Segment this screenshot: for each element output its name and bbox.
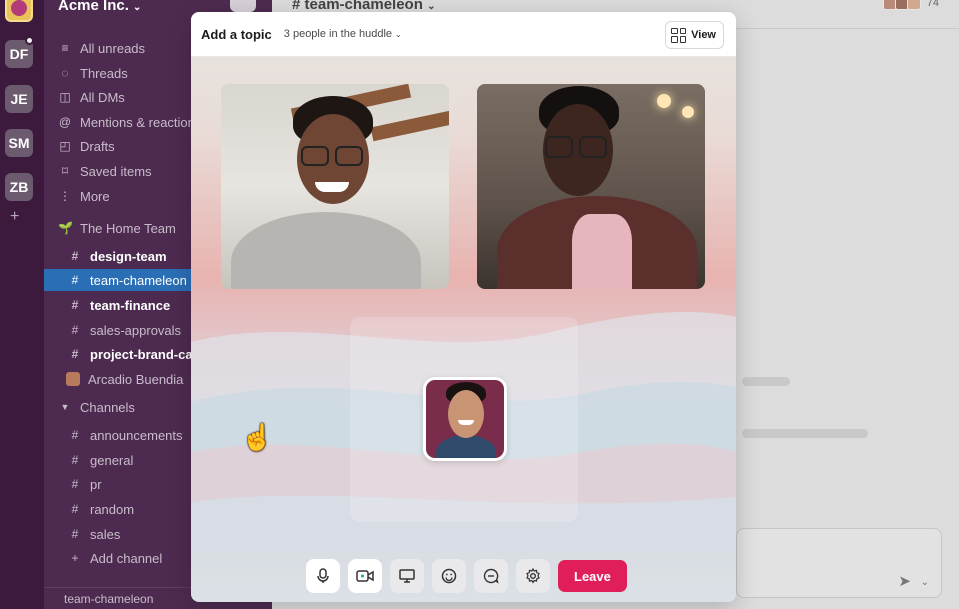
gear-icon	[526, 568, 540, 584]
chevron-down-icon[interactable]: ⌄	[921, 577, 929, 588]
screen-share-icon	[399, 569, 415, 583]
workspace-rail: DF JE SM ZB +	[0, 0, 44, 609]
smile	[458, 420, 474, 425]
plant-icon: 🌱	[58, 221, 73, 235]
unread-dot	[25, 36, 34, 45]
smile	[315, 182, 349, 192]
participant-body	[231, 212, 421, 289]
hash-icon: #	[71, 428, 79, 442]
workspace-sm[interactable]: SM	[5, 129, 33, 157]
hash-icon: #	[71, 323, 79, 337]
glasses	[301, 146, 329, 166]
emoji-icon	[441, 568, 457, 584]
camera-button[interactable]	[348, 559, 382, 593]
message-composer[interactable]: ➤ ⌄	[736, 528, 942, 598]
grid-view-icon	[671, 27, 687, 43]
huddle-thread-button[interactable]	[474, 559, 508, 593]
workspace-je[interactable]: JE	[5, 85, 33, 113]
participant-face	[448, 390, 484, 438]
huddle-header: Add a topic 3 people in the huddle ⌄ View	[191, 12, 736, 57]
reactions-button[interactable]	[432, 559, 466, 593]
light-bulb	[682, 106, 694, 118]
workspace-zb[interactable]: ZB	[5, 173, 33, 201]
leave-button[interactable]: Leave	[558, 560, 627, 592]
avatar	[906, 0, 921, 10]
hash-icon: #	[71, 249, 79, 263]
unreads-icon: ≡	[61, 41, 69, 55]
huddle-people-dropdown[interactable]: 3 people in the huddle ⌄	[284, 28, 402, 40]
add-workspace-icon[interactable]: +	[10, 208, 19, 226]
hash-icon: #	[71, 347, 79, 361]
glasses	[335, 146, 363, 166]
hand-cursor-icon: ☝	[241, 422, 274, 452]
hash-icon: #	[71, 273, 79, 287]
more-icon: ⋮	[59, 189, 71, 203]
ceiling-beam	[370, 108, 449, 142]
settings-button[interactable]	[516, 559, 550, 593]
hash-icon: #	[71, 502, 79, 516]
drafts-icon: ◰	[59, 139, 71, 153]
hash-icon: #	[71, 453, 79, 467]
message-icon	[483, 568, 499, 584]
plus-icon: +	[71, 551, 79, 565]
video-camera-icon	[356, 570, 374, 582]
view-button[interactable]: View	[665, 21, 724, 49]
light-bulb	[657, 94, 671, 108]
glasses	[579, 136, 607, 158]
message-placeholder	[742, 377, 790, 386]
microphone-button[interactable]	[306, 559, 340, 593]
member-count: 74	[926, 0, 939, 9]
threads-icon: ◌	[61, 66, 69, 80]
video-tile-participant-2[interactable]	[477, 84, 705, 289]
compose-button[interactable]	[230, 0, 256, 12]
hash-icon: #	[71, 298, 79, 312]
screen-share-button[interactable]	[390, 559, 424, 593]
caret-down-icon: ▼	[60, 402, 70, 412]
member-avatars[interactable]: 74	[882, 0, 939, 10]
hash-icon: #	[71, 477, 79, 491]
bookmark-icon: ⌑	[61, 164, 69, 178]
participant-shirt	[572, 214, 632, 289]
workspace-name[interactable]: Acme Inc. ⌄	[58, 0, 141, 14]
add-topic-button[interactable]: Add a topic	[201, 27, 272, 42]
microphone-icon	[317, 568, 329, 583]
hash-icon: #	[71, 527, 79, 541]
workspace-logo[interactable]	[5, 0, 33, 22]
send-icon[interactable]: ➤	[898, 572, 911, 590]
mentions-icon: @	[58, 115, 72, 129]
video-tile-participant-1[interactable]	[221, 84, 449, 289]
glasses	[545, 136, 573, 158]
huddle-controls: Leave	[306, 559, 627, 593]
avatar	[66, 372, 80, 386]
message-placeholder	[742, 429, 868, 438]
self-video-tile[interactable]	[423, 377, 507, 461]
huddle-window: Add a topic 3 people in the huddle ⌄ View	[191, 12, 736, 602]
participant-body	[436, 435, 496, 458]
dms-icon: ◫	[59, 90, 71, 104]
